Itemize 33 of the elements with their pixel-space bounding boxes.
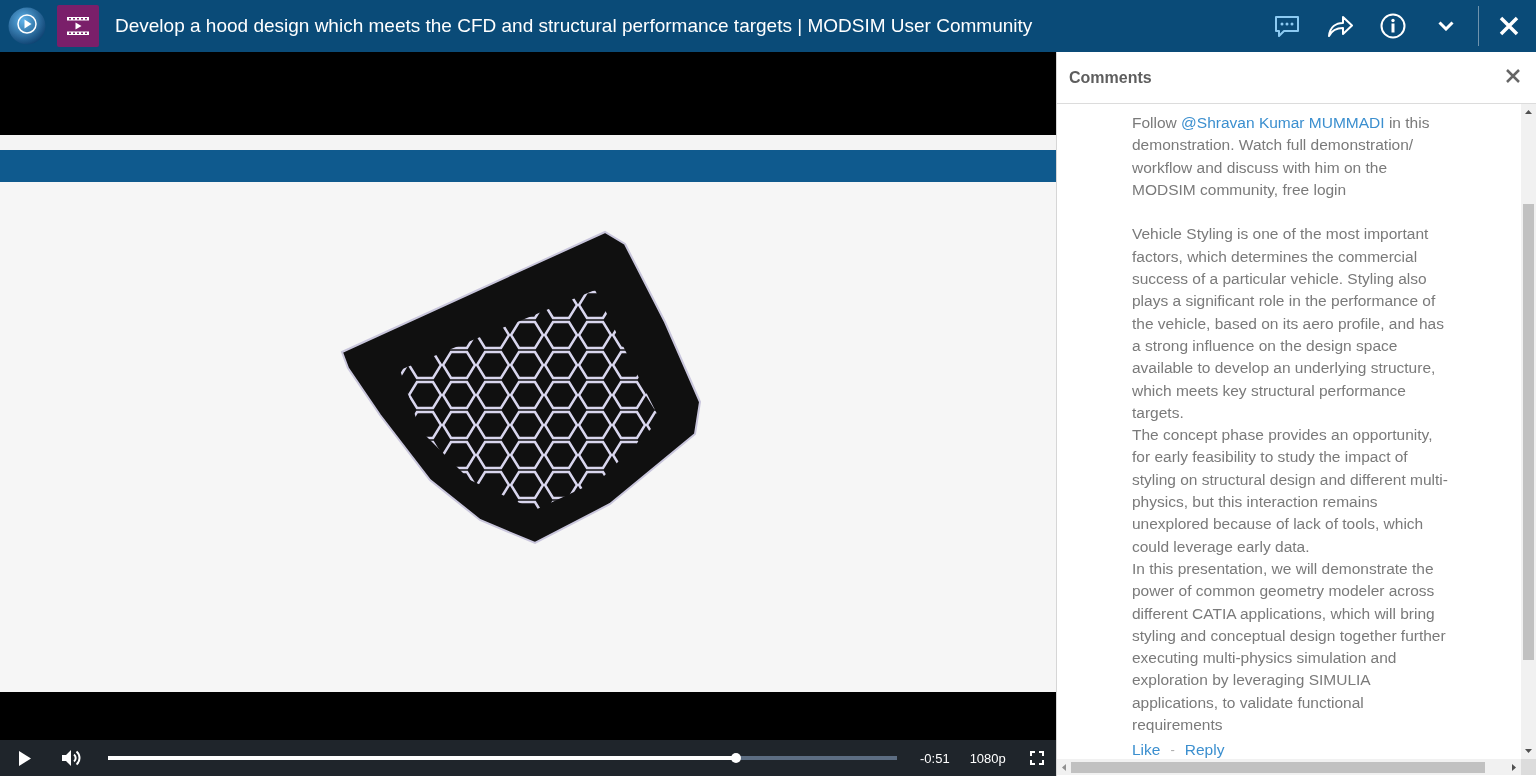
window-title: Develop a hood design which meets the CFD and structural performance targets | MODSIM User Community (115, 15, 1034, 37)
play-logo-icon[interactable] (8, 7, 46, 45)
right-triangle-icon[interactable] (1512, 763, 1516, 771)
action-link[interactable]: Reply (1184, 740, 1225, 759)
close-icon (1506, 68, 1520, 83)
scrollbar-thumb[interactable] (1071, 761, 1485, 773)
speaker-icon (61, 749, 81, 767)
left-triangle-icon[interactable] (1062, 763, 1066, 771)
mention-link[interactable]: @Shravan Kumar MUMMADI (1181, 114, 1385, 131)
progress-thumb[interactable] (731, 753, 742, 763)
fullscreen-icon (1029, 751, 1044, 765)
info-icon (1380, 13, 1406, 39)
scrollbar-thumb[interactable] (1523, 204, 1534, 660)
vertical-scrollbar[interactable] (1521, 104, 1536, 759)
panel-title: Comments (1069, 68, 1153, 87)
time-remaining: -0:51 (920, 750, 950, 766)
film-icon (57, 5, 99, 47)
close-icon (1499, 16, 1519, 36)
quality-button[interactable]: 1080p (969, 750, 1006, 766)
horizontal-scrollbar[interactable] (1057, 759, 1521, 775)
up-triangle-icon[interactable] (1525, 110, 1532, 114)
comment-icon (1274, 14, 1300, 38)
action-link[interactable]: Like (1132, 740, 1161, 759)
chevron-down-icon (1438, 21, 1454, 31)
share-icon (1327, 15, 1353, 37)
down-triangle-icon[interactable] (1525, 749, 1532, 753)
comment-paragraph: Vehicle Styling is one of the most important factors, which determines the commercial success of a particular vehicle. Styling also plays a significant role in the performance of the vehicle, based on its aero profile, and has a strong influence on the design space available to develop an underlying structure, which meets key structural performance targets. (1132, 224, 1445, 423)
comment-paragraph: Follow @Shravan Kumar MUMMADI in this demonstration. Watch full demonstration/ workflow and discuss with him on the MODSIM community, free login (1132, 113, 1431, 200)
progress-track[interactable] (108, 753, 897, 763)
comment-paragraph: The concept phase provides an opportunity, for early feasibility to study the impact of styling on structural design and different multi-physics, but this interaction remains unexplored because of lack of tools, which could leverage early data. (1132, 425, 1449, 557)
play-icon (19, 750, 31, 766)
link-separator: - (1170, 740, 1175, 759)
comment-paragraph: In this presentation, we will demonstrate the power of common geometry modeler across different CATIA applications, which will bring styling and conceptual design together further executing multi-physics simulation and exploration by leveraging SIMULIA applications, to validate functional requirements (1132, 558, 1447, 735)
